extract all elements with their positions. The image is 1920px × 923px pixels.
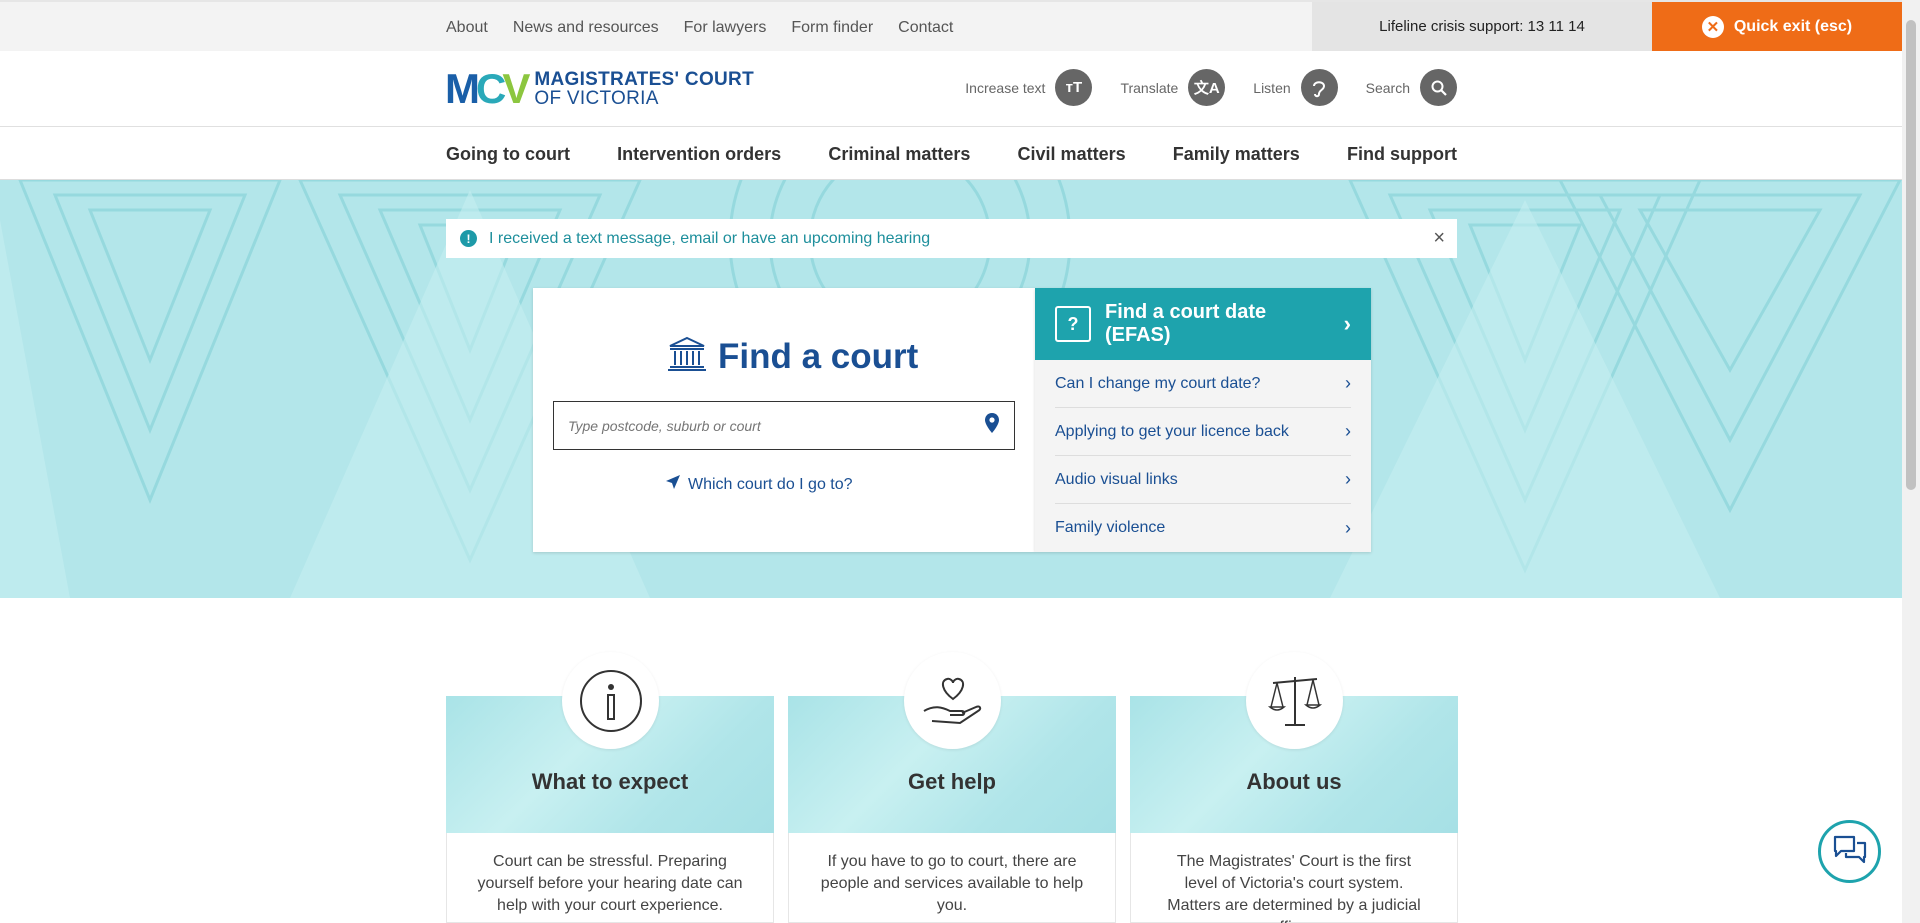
card-text: Court can be stressful. Preparing yourse… <box>446 833 774 923</box>
card-title: What to expect <box>531 769 689 794</box>
audio-visual-links-link: Audio visual links <box>1055 470 1178 488</box>
about-link[interactable]: About <box>446 19 488 37</box>
card-text: The Magistrates' Court is the first leve… <box>1130 833 1458 923</box>
site-header: MCV MAGISTRATES' COURT OF VICTORIA Incre… <box>0 51 1902 127</box>
increase-text-label: Increase text <box>965 79 1046 96</box>
logo-text: MAGISTRATES' COURT OF VICTORIA <box>534 70 754 108</box>
info-icon <box>562 652 659 749</box>
nav-family-matters[interactable]: Family matters <box>1173 144 1300 165</box>
find-court-title: Find a court <box>718 336 919 376</box>
list-item[interactable]: Family violence › <box>1055 504 1351 552</box>
news-and-resources-link[interactable]: News and resources <box>513 19 659 37</box>
court-search-field[interactable] <box>553 401 1015 450</box>
logo-line-1: MAGISTRATES' COURT <box>534 69 754 90</box>
quick-exit-button[interactable]: ✕ Quick exit (esc) <box>1652 2 1902 51</box>
alert-message: I received a text message, email or have… <box>489 229 931 247</box>
site-logo[interactable]: MCV MAGISTRATES' COURT OF VICTORIA <box>445 68 754 110</box>
feature-cards: What to expect Court can be stressful. P… <box>446 652 1458 923</box>
card-text: If you have to go to court, there are pe… <box>788 833 1116 923</box>
chevron-right-icon: › <box>1345 469 1351 489</box>
court-date-panel: ? Find a court date (EFAS) › Can I chang… <box>1035 288 1371 552</box>
lifeline-support-link[interactable]: Lifeline crisis support: 13 11 14 <box>1312 2 1652 51</box>
info-alert-icon: ! <box>460 230 477 247</box>
card-title: About us <box>1246 769 1342 794</box>
what-to-expect-card[interactable]: What to expect Court can be stressful. P… <box>446 652 774 923</box>
mcv-logo-mark: MCV <box>445 65 530 112</box>
chevron-right-icon: › <box>1343 311 1351 336</box>
search-button[interactable]: Search <box>1366 69 1457 106</box>
search-icon <box>1420 69 1457 106</box>
nav-going-to-court[interactable]: Going to court <box>446 144 570 165</box>
licence-back-link: Applying to get your licence back <box>1055 422 1289 440</box>
chevron-right-icon: › <box>1345 517 1351 538</box>
translate-button[interactable]: Translate 文A <box>1120 69 1226 106</box>
location-pin-icon[interactable] <box>984 413 1000 438</box>
logo-line-2: OF VICTORIA <box>534 88 659 109</box>
card-title: Get help <box>907 769 996 794</box>
nav-intervention-orders[interactable]: Intervention orders <box>617 144 781 165</box>
scrollbar-thumb[interactable] <box>1906 20 1916 490</box>
text-size-icon: тT <box>1055 69 1093 106</box>
calendar-question-icon: ? <box>1055 306 1091 342</box>
list-item[interactable]: Can I change my court date? › <box>1055 360 1351 408</box>
increase-text-button[interactable]: Increase text тT <box>965 69 1093 106</box>
ear-icon <box>1300 69 1338 106</box>
chevron-right-icon: › <box>1345 421 1351 441</box>
search-label: Search <box>1365 79 1410 96</box>
listen-label: Listen <box>1253 79 1291 96</box>
find-court-heading: Find a court <box>668 336 918 377</box>
nav-civil-matters[interactable]: Civil matters <box>1018 144 1126 165</box>
chat-bubbles-icon <box>1832 833 1868 870</box>
family-violence-link: Family violence <box>1055 519 1166 536</box>
court-search-input[interactable] <box>568 417 984 434</box>
chat-button[interactable] <box>1818 820 1881 883</box>
get-help-card[interactable]: Get help If you have to go to court, the… <box>788 652 1116 923</box>
which-court-link[interactable]: Which court do I go to? <box>666 475 853 494</box>
change-court-date-link: Can I change my court date? <box>1055 374 1261 392</box>
close-circle-icon: ✕ <box>1701 15 1724 38</box>
close-icon[interactable]: × <box>1433 227 1445 250</box>
court-date-links: Can I change my court date? › Applying t… <box>1035 360 1371 552</box>
about-us-card[interactable]: About us The Magistrates' Court is the f… <box>1130 652 1458 923</box>
form-finder-link[interactable]: Form finder <box>791 19 873 37</box>
header-tools: Increase text тT Translate 文A Listen Sea… <box>965 69 1457 106</box>
find-court-panel: Find a court Which court do I go to? <box>533 288 1035 552</box>
for-lawyers-link[interactable]: For lawyers <box>684 19 767 37</box>
heart-hand-icon <box>904 652 1001 749</box>
chevron-right-icon: › <box>1345 373 1351 393</box>
page-scrollbar[interactable] <box>1902 0 1920 923</box>
utility-links: About News and resources For lawyers For… <box>446 2 953 53</box>
efas-heading: Find a court date (EFAS) <box>1105 301 1267 346</box>
find-court-date-button[interactable]: ? Find a court date (EFAS) › <box>1035 288 1371 360</box>
translate-label: Translate <box>1120 79 1179 96</box>
nav-criminal-matters[interactable]: Criminal matters <box>828 144 970 165</box>
lifeline-text: Lifeline crisis support: 13 11 14 <box>1379 18 1585 35</box>
scales-icon <box>1246 652 1343 749</box>
which-court-label: Which court do I go to? <box>688 475 853 493</box>
list-item[interactable]: Audio visual links › <box>1055 456 1351 504</box>
translate-icon: 文A <box>1188 69 1226 106</box>
nav-find-support[interactable]: Find support <box>1347 144 1457 165</box>
list-item[interactable]: Applying to get your licence back › <box>1055 408 1351 456</box>
quick-exit-label: Quick exit (esc) <box>1733 17 1853 35</box>
courthouse-icon <box>668 336 706 377</box>
contact-link[interactable]: Contact <box>898 19 953 37</box>
hearing-alert[interactable]: ! I received a text message, email or ha… <box>446 219 1457 258</box>
navigation-arrow-icon <box>666 475 680 494</box>
main-nav: Going to court Intervention orders Crimi… <box>0 128 1902 180</box>
listen-button[interactable]: Listen <box>1253 69 1338 106</box>
